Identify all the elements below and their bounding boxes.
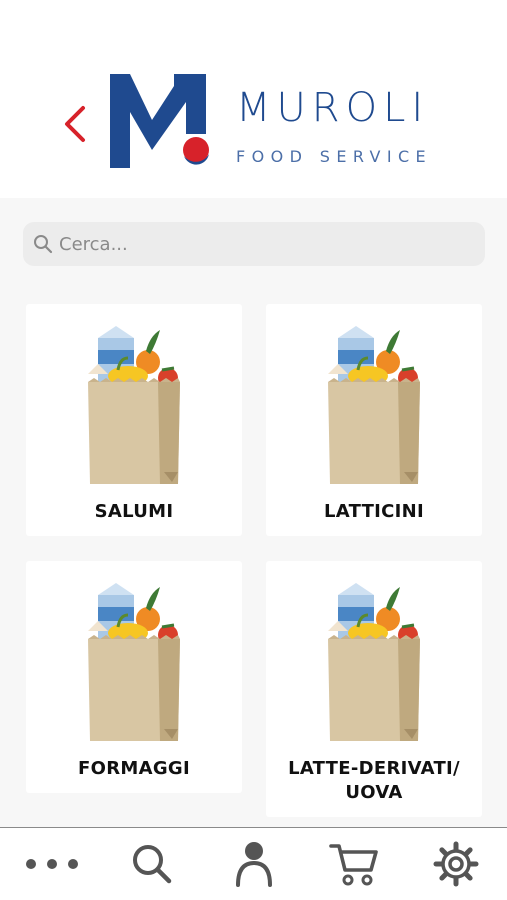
grocery-bag-icon [324,581,424,741]
user-icon [236,842,272,887]
category-label: LATTICINI [323,501,425,522]
nav-cart-button[interactable] [324,836,384,892]
grocery-bag-icon [84,324,184,484]
grocery-bag-icon [84,581,184,741]
back-button[interactable] [58,102,92,146]
search-input[interactable] [59,233,459,255]
category-card-formaggi[interactable]: FORMAGGI [26,561,242,793]
category-card-latticini[interactable]: LATTICINI [266,304,482,536]
nav-search-button[interactable] [122,836,182,892]
nav-settings-button[interactable] [426,836,486,892]
category-label: FORMAGGI [78,758,190,779]
more-dots-icon [26,859,78,869]
category-card-latte-derivati-uova[interactable]: LATTE-DERIVATI/ UOVA [266,561,482,817]
brand-tagline: FOOD SERVICE [236,147,433,166]
chevron-left-icon [65,106,85,142]
app-header: MUROLI FOOD SERVICE [0,0,507,198]
category-label-line1: LATTE-DERIVATI/ [288,758,460,779]
gear-icon [433,841,479,887]
search-bar[interactable] [23,222,485,266]
category-label: LATTE-DERIVATI/ UOVA [266,757,482,805]
brand-name: MUROLI [236,85,430,131]
cart-icon [329,844,378,886]
search-icon [34,235,53,254]
bottom-nav [0,827,507,900]
category-label: SALUMI [94,501,174,522]
grocery-bag-icon [324,324,424,484]
category-card-salumi[interactable]: SALUMI [26,304,242,536]
brand-logo [110,74,209,168]
nav-account-button[interactable] [224,836,284,892]
category-label-line2: UOVA [345,782,403,803]
search-icon [133,845,172,884]
nav-more-button[interactable] [22,836,82,892]
